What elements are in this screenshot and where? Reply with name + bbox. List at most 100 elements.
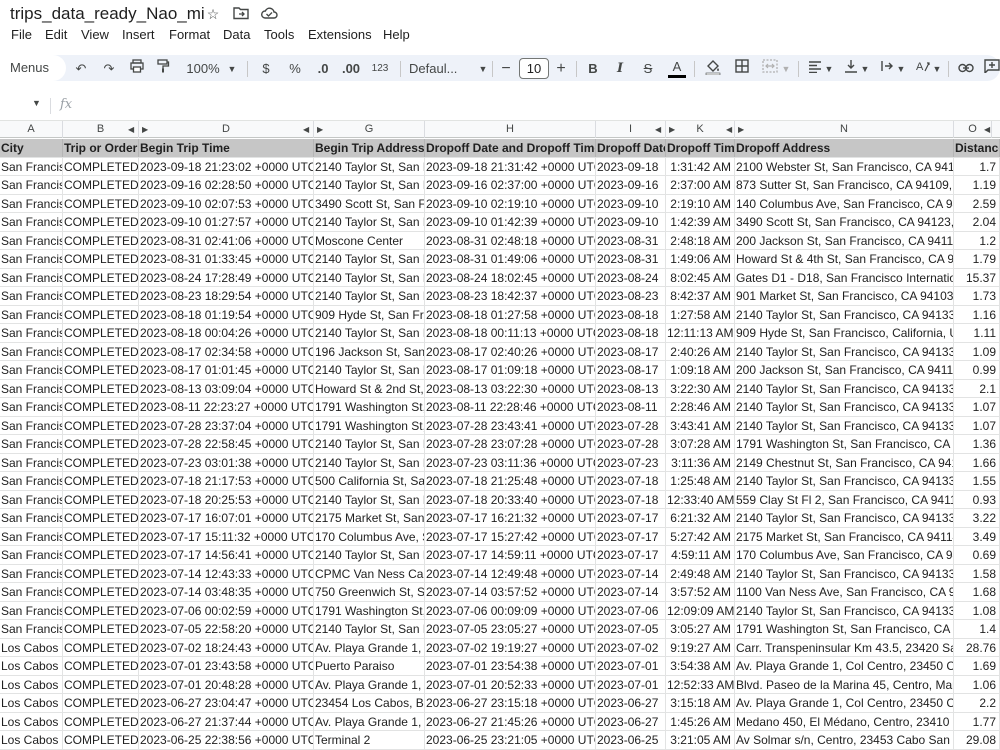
header-cell[interactable]: Dropoff Tim — [666, 139, 735, 157]
cell-trip-status[interactable]: COMPLETED — [63, 231, 139, 250]
cell-dropoff-date[interactable]: 2023-07-18 — [596, 472, 666, 490]
cell-city[interactable]: Los Cabos — [0, 712, 63, 731]
cell-distance[interactable]: 0.93 — [954, 490, 1000, 509]
cell-city[interactable]: San Francis — [0, 213, 63, 231]
cell-trip-status[interactable]: COMPLETED — [63, 731, 139, 749]
cell-city[interactable]: San Francis — [0, 583, 63, 601]
cell-dropoff-time[interactable]: 3:43:41 AM — [666, 416, 735, 435]
cell-begin-address[interactable]: 2140 Taylor St, San Francisco — [314, 324, 425, 342]
cell-begin-time[interactable]: 2023-07-14 12:43:33 +0000 UTC — [139, 564, 314, 583]
cell-dropoff-time[interactable]: 1:45:26 AM — [666, 712, 735, 731]
cell-dropoff-time[interactable]: 2:40:26 AM — [666, 342, 735, 361]
cell-city[interactable]: San Francis — [0, 527, 63, 546]
cell-trip-status[interactable]: COMPLETED — [63, 712, 139, 731]
menu-insert[interactable]: Insert — [122, 27, 155, 42]
cell-dropoff-date[interactable]: 2023-07-18 — [596, 490, 666, 509]
cell-begin-address[interactable]: 500 California St, San Francisco — [314, 472, 425, 490]
cell-city[interactable]: San Francis — [0, 416, 63, 435]
bold-icon[interactable]: B — [585, 59, 601, 79]
cell-dropoff-date[interactable]: 2023-07-01 — [596, 657, 666, 675]
cell-dropoff-datetime[interactable]: 2023-09-16 02:37:00 +0000 UTC — [425, 176, 596, 194]
cell-dropoff-time[interactable]: 1:42:39 AM — [666, 213, 735, 231]
strikethrough-icon[interactable]: S — [640, 59, 656, 79]
cell-distance[interactable]: 15.37 — [954, 268, 1000, 287]
cell-begin-time[interactable]: 2023-09-10 01:27:57 +0000 UTC — [139, 213, 314, 231]
cell-begin-address[interactable]: 2140 Taylor St, San Francisco — [314, 250, 425, 268]
font-chevron-down-icon[interactable]: ▼ — [477, 59, 489, 79]
cell-begin-address[interactable]: 2140 Taylor St, San Francisco — [314, 546, 425, 564]
cell-begin-address[interactable]: 2175 Market St, San Francisco — [314, 509, 425, 527]
cell-dropoff-date[interactable]: 2023-08-11 — [596, 398, 666, 416]
cell-distance[interactable]: 1.2 — [954, 231, 1000, 250]
cell-distance[interactable]: 1.08 — [954, 601, 1000, 620]
cell-dropoff-time[interactable]: 3:11:36 AM — [666, 453, 735, 472]
menu-view[interactable]: View — [81, 27, 109, 42]
cell-dropoff-time[interactable]: 3:15:18 AM — [666, 694, 735, 712]
cell-dropoff-date[interactable]: 2023-07-23 — [596, 453, 666, 472]
cell-dropoff-date[interactable]: 2023-09-10 — [596, 194, 666, 213]
cell-dropoff-datetime[interactable]: 2023-07-28 23:07:28 +0000 UTC — [425, 435, 596, 453]
cell-dropoff-address[interactable]: 2140 Taylor St, San Francisco, CA 94133 — [735, 305, 954, 324]
cell-begin-address[interactable]: Puerto Paraiso — [314, 657, 425, 675]
cell-dropoff-datetime[interactable]: 2023-06-27 21:45:26 +0000 UTC — [425, 712, 596, 731]
header-cell[interactable]: Dropoff Date — [596, 139, 666, 157]
cell-dropoff-datetime[interactable]: 2023-07-28 23:43:41 +0000 UTC — [425, 416, 596, 435]
cell-city[interactable]: San Francis — [0, 435, 63, 453]
cloud-status-icon[interactable] — [260, 6, 278, 22]
collapse-left-arrow-icon[interactable]: ◀ — [128, 121, 134, 138]
cell-city[interactable]: San Francis — [0, 564, 63, 583]
cell-dropoff-datetime[interactable]: 2023-07-17 15:27:42 +0000 UTC — [425, 527, 596, 546]
cell-begin-time[interactable]: 2023-07-17 16:07:01 +0000 UTC — [139, 509, 314, 527]
cell-dropoff-address[interactable]: 2140 Taylor St, San Francisco, CA 94133 — [735, 601, 954, 620]
cell-dropoff-time[interactable]: 12:09:09 AM — [666, 601, 735, 620]
cell-begin-address[interactable]: 2140 Taylor St, San Francisco — [314, 620, 425, 638]
cell-begin-address[interactable]: 1791 Washington St, San Francisco — [314, 416, 425, 435]
cell-begin-time[interactable]: 2023-09-10 02:07:53 +0000 UTC — [139, 194, 314, 213]
cell-city[interactable]: San Francis — [0, 305, 63, 324]
cell-distance[interactable]: 1.4 — [954, 620, 1000, 638]
cell-begin-time[interactable]: 2023-07-14 03:48:35 +0000 UTC — [139, 583, 314, 601]
cell-begin-address[interactable]: Av. Playa Grande 1, Centro — [314, 675, 425, 694]
cell-dropoff-time[interactable]: 8:42:37 AM — [666, 287, 735, 305]
merge-chevron-down-icon[interactable]: ▼ — [781, 59, 791, 79]
cell-begin-time[interactable]: 2023-09-18 21:23:02 +0000 UTC — [139, 157, 314, 176]
zoom-chevron-down-icon[interactable]: ▼ — [226, 59, 238, 79]
cell-begin-time[interactable]: 2023-08-17 02:34:58 +0000 UTC — [139, 342, 314, 361]
cell-dropoff-address[interactable]: 140 Columbus Ave, San Francisco, CA 9413… — [735, 194, 954, 213]
cell-dropoff-address[interactable]: 170 Columbus Ave, San Francisco, CA 9413… — [735, 546, 954, 564]
cell-dropoff-datetime[interactable]: 2023-07-01 20:52:33 +0000 UTC — [425, 675, 596, 694]
cell-dropoff-address[interactable]: Blvd. Paseo de la Marina 45, Centro, Mar… — [735, 675, 954, 694]
cell-city[interactable]: San Francis — [0, 453, 63, 472]
paint-format-icon[interactable] — [154, 59, 172, 79]
cell-begin-address[interactable]: Av. Playa Grande 1, Centro — [314, 712, 425, 731]
cell-begin-address[interactable]: 196 Jackson St, San Francisco — [314, 342, 425, 361]
cell-begin-time[interactable]: 2023-06-27 23:04:47 +0000 UTC — [139, 694, 314, 712]
cell-dropoff-address[interactable]: 2149 Chestnut St, San Francisco, CA 9412… — [735, 453, 954, 472]
redo-icon[interactable]: ↷ — [100, 59, 118, 79]
cell-dropoff-date[interactable]: 2023-07-14 — [596, 564, 666, 583]
text-wrapping-icon[interactable] — [878, 59, 896, 79]
cell-dropoff-date[interactable]: 2023-08-31 — [596, 250, 666, 268]
increase-decimal-button[interactable]: .00 — [340, 59, 362, 79]
decrease-font-size-icon[interactable]: − — [498, 59, 514, 79]
cell-dropoff-address[interactable]: 559 Clay St Fl 2, San Francisco, CA 9411… — [735, 490, 954, 509]
cell-dropoff-date[interactable]: 2023-07-05 — [596, 620, 666, 638]
cell-dropoff-date[interactable]: 2023-08-13 — [596, 379, 666, 398]
cell-city[interactable]: San Francis — [0, 176, 63, 194]
cell-dropoff-date[interactable]: 2023-08-24 — [596, 268, 666, 287]
cell-dropoff-date[interactable]: 2023-07-02 — [596, 638, 666, 657]
cell-dropoff-address[interactable]: 1791 Washington St, San Francisco, CA 94… — [735, 435, 954, 453]
cell-dropoff-date[interactable]: 2023-08-23 — [596, 287, 666, 305]
merge-cells-icon[interactable] — [761, 59, 779, 79]
cell-city[interactable]: San Francis — [0, 379, 63, 398]
cell-city[interactable]: Los Cabos — [0, 638, 63, 657]
print-icon[interactable] — [128, 59, 146, 79]
cell-city[interactable]: San Francis — [0, 324, 63, 342]
cell-begin-address[interactable]: 2140 Taylor St, San Francisco — [314, 213, 425, 231]
document-title[interactable]: trips_data_ready_Nao_mi — [10, 4, 205, 24]
cell-distance[interactable]: 28.76 — [954, 638, 1000, 657]
cell-dropoff-date[interactable]: 2023-06-27 — [596, 694, 666, 712]
cell-dropoff-time[interactable]: 6:21:32 AM — [666, 509, 735, 527]
column-header-d[interactable]: D — [139, 121, 314, 138]
increase-font-size-icon[interactable]: + — [553, 59, 569, 79]
